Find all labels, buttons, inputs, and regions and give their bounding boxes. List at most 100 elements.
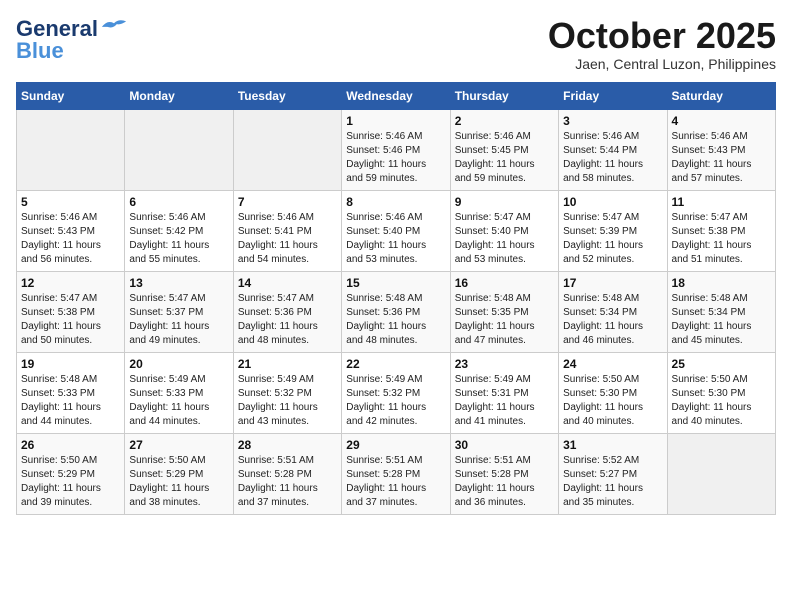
calendar-day-cell: 13 Sunrise: 5:47 AMSunset: 5:37 PMDayligh… bbox=[125, 271, 233, 352]
day-info: Sunrise: 5:48 AMSunset: 5:36 PMDaylight:… bbox=[346, 292, 445, 348]
calendar-day-cell: 18 Sunrise: 5:48 AMSunset: 5:34 PMDayligh… bbox=[667, 271, 775, 352]
calendar-day-cell: 4 Sunrise: 5:46 AMSunset: 5:43 PMDaylight… bbox=[667, 109, 775, 190]
calendar-day-cell: 2 Sunrise: 5:46 AMSunset: 5:45 PMDaylight… bbox=[450, 109, 558, 190]
day-number: 12 bbox=[21, 276, 120, 290]
calendar-day-cell: 19 Sunrise: 5:48 AMSunset: 5:33 PMDayligh… bbox=[17, 352, 125, 433]
calendar-day-cell: 12 Sunrise: 5:47 AMSunset: 5:38 PMDayligh… bbox=[17, 271, 125, 352]
day-info: Sunrise: 5:52 AMSunset: 5:27 PMDaylight:… bbox=[563, 454, 662, 510]
day-info: Sunrise: 5:46 AMSunset: 5:43 PMDaylight:… bbox=[672, 130, 771, 186]
day-number: 22 bbox=[346, 357, 445, 371]
calendar-day-cell: 6Sunrise: 5:46 AMSunset: 5:42 PMDaylight… bbox=[125, 190, 233, 271]
day-info: Sunrise: 5:48 AMSunset: 5:35 PMDaylight:… bbox=[455, 292, 554, 348]
day-number: 23 bbox=[455, 357, 554, 371]
day-info: Sunrise: 5:48 AMSunset: 5:34 PMDaylight:… bbox=[563, 292, 662, 348]
day-info: Sunrise: 5:50 AMSunset: 5:30 PMDaylight:… bbox=[672, 373, 771, 429]
weekday-header-friday: Friday bbox=[559, 82, 667, 109]
day-number: 7 bbox=[238, 195, 337, 209]
day-info: Sunrise: 5:49 AMSunset: 5:33 PMDaylight:… bbox=[129, 373, 228, 429]
calendar-day-cell: 28 Sunrise: 5:51 AMSunset: 5:28 PMDayligh… bbox=[233, 433, 341, 514]
day-info: Sunrise: 5:47 AMSunset: 5:36 PMDaylight:… bbox=[238, 292, 337, 348]
weekday-header-monday: Monday bbox=[125, 82, 233, 109]
day-info: Sunrise: 5:46 AMSunset: 5:44 PMDaylight:… bbox=[563, 130, 662, 186]
day-info: Sunrise: 5:51 AMSunset: 5:28 PMDaylight:… bbox=[346, 454, 445, 510]
day-number: 6 bbox=[129, 195, 228, 209]
calendar-week-row: 26 Sunrise: 5:50 AMSunset: 5:29 PMDayligh… bbox=[17, 433, 776, 514]
day-number: 14 bbox=[238, 276, 337, 290]
day-number: 11 bbox=[672, 195, 771, 209]
day-info: Sunrise: 5:48 AMSunset: 5:33 PMDaylight:… bbox=[21, 373, 120, 429]
day-info: Sunrise: 5:48 AMSunset: 5:34 PMDaylight:… bbox=[672, 292, 771, 348]
empty-day-cell bbox=[233, 109, 341, 190]
day-number: 9 bbox=[455, 195, 554, 209]
weekday-header-thursday: Thursday bbox=[450, 82, 558, 109]
day-info: Sunrise: 5:47 AMSunset: 5:38 PMDaylight:… bbox=[672, 211, 771, 267]
day-info: Sunrise: 5:51 AMSunset: 5:28 PMDaylight:… bbox=[238, 454, 337, 510]
calendar-day-cell: 30 Sunrise: 5:51 AMSunset: 5:28 PMDayligh… bbox=[450, 433, 558, 514]
calendar-day-cell: 5Sunrise: 5:46 AMSunset: 5:43 PMDaylight… bbox=[17, 190, 125, 271]
day-info: Sunrise: 5:47 AMSunset: 5:37 PMDaylight:… bbox=[129, 292, 228, 348]
calendar-day-cell: 20 Sunrise: 5:49 AMSunset: 5:33 PMDayligh… bbox=[125, 352, 233, 433]
day-info: Sunrise: 5:46 AMSunset: 5:40 PMDaylight:… bbox=[346, 211, 445, 267]
calendar-day-cell: 22 Sunrise: 5:49 AMSunset: 5:32 PMDayligh… bbox=[342, 352, 450, 433]
calendar-table: SundayMondayTuesdayWednesdayThursdayFrid… bbox=[16, 82, 776, 515]
day-number: 16 bbox=[455, 276, 554, 290]
day-number: 24 bbox=[563, 357, 662, 371]
day-number: 25 bbox=[672, 357, 771, 371]
day-number: 2 bbox=[455, 114, 554, 128]
month-title: October 2025 bbox=[548, 16, 776, 56]
calendar-day-cell: 24Sunrise: 5:50 AMSunset: 5:30 PMDayligh… bbox=[559, 352, 667, 433]
logo-bird-icon bbox=[100, 17, 128, 35]
calendar-day-cell: 3Sunrise: 5:46 AMSunset: 5:44 PMDaylight… bbox=[559, 109, 667, 190]
day-number: 29 bbox=[346, 438, 445, 452]
logo: General Blue bbox=[16, 16, 128, 64]
weekday-header-wednesday: Wednesday bbox=[342, 82, 450, 109]
day-info: Sunrise: 5:46 AMSunset: 5:45 PMDaylight:… bbox=[455, 130, 554, 186]
empty-day-cell bbox=[17, 109, 125, 190]
page-header: General Blue October 2025 Jaen, Central … bbox=[16, 16, 776, 72]
title-block: October 2025 Jaen, Central Luzon, Philip… bbox=[548, 16, 776, 72]
calendar-day-cell: 11 Sunrise: 5:47 AMSunset: 5:38 PMDayligh… bbox=[667, 190, 775, 271]
calendar-day-cell: 15Sunrise: 5:48 AMSunset: 5:36 PMDayligh… bbox=[342, 271, 450, 352]
day-number: 19 bbox=[21, 357, 120, 371]
calendar-day-cell: 26 Sunrise: 5:50 AMSunset: 5:29 PMDayligh… bbox=[17, 433, 125, 514]
calendar-week-row: 12 Sunrise: 5:47 AMSunset: 5:38 PMDayligh… bbox=[17, 271, 776, 352]
day-number: 8 bbox=[346, 195, 445, 209]
weekday-header-row: SundayMondayTuesdayWednesdayThursdayFrid… bbox=[17, 82, 776, 109]
day-number: 30 bbox=[455, 438, 554, 452]
calendar-day-cell: 1Sunrise: 5:46 AMSunset: 5:46 PMDaylight… bbox=[342, 109, 450, 190]
day-info: Sunrise: 5:50 AMSunset: 5:29 PMDaylight:… bbox=[129, 454, 228, 510]
calendar-day-cell: 17 Sunrise: 5:48 AMSunset: 5:34 PMDayligh… bbox=[559, 271, 667, 352]
day-number: 20 bbox=[129, 357, 228, 371]
day-info: Sunrise: 5:46 AMSunset: 5:46 PMDaylight:… bbox=[346, 130, 445, 186]
day-number: 26 bbox=[21, 438, 120, 452]
day-info: Sunrise: 5:47 AMSunset: 5:39 PMDaylight:… bbox=[563, 211, 662, 267]
calendar-day-cell: 8 Sunrise: 5:46 AMSunset: 5:40 PMDaylight… bbox=[342, 190, 450, 271]
day-info: Sunrise: 5:47 AMSunset: 5:40 PMDaylight:… bbox=[455, 211, 554, 267]
day-number: 13 bbox=[129, 276, 228, 290]
day-info: Sunrise: 5:49 AMSunset: 5:32 PMDaylight:… bbox=[238, 373, 337, 429]
location-subtitle: Jaen, Central Luzon, Philippines bbox=[548, 56, 776, 72]
day-info: Sunrise: 5:47 AMSunset: 5:38 PMDaylight:… bbox=[21, 292, 120, 348]
day-info: Sunrise: 5:49 AMSunset: 5:31 PMDaylight:… bbox=[455, 373, 554, 429]
day-info: Sunrise: 5:49 AMSunset: 5:32 PMDaylight:… bbox=[346, 373, 445, 429]
day-number: 4 bbox=[672, 114, 771, 128]
weekday-header-saturday: Saturday bbox=[667, 82, 775, 109]
calendar-day-cell: 23 Sunrise: 5:49 AMSunset: 5:31 PMDayligh… bbox=[450, 352, 558, 433]
day-number: 17 bbox=[563, 276, 662, 290]
day-info: Sunrise: 5:46 AMSunset: 5:43 PMDaylight:… bbox=[21, 211, 120, 267]
calendar-day-cell: 31Sunrise: 5:52 AMSunset: 5:27 PMDayligh… bbox=[559, 433, 667, 514]
day-number: 28 bbox=[238, 438, 337, 452]
calendar-day-cell: 16 Sunrise: 5:48 AMSunset: 5:35 PMDayligh… bbox=[450, 271, 558, 352]
weekday-header-sunday: Sunday bbox=[17, 82, 125, 109]
calendar-day-cell: 27Sunrise: 5:50 AMSunset: 5:29 PMDayligh… bbox=[125, 433, 233, 514]
day-info: Sunrise: 5:51 AMSunset: 5:28 PMDaylight:… bbox=[455, 454, 554, 510]
weekday-header-tuesday: Tuesday bbox=[233, 82, 341, 109]
day-number: 18 bbox=[672, 276, 771, 290]
day-info: Sunrise: 5:46 AMSunset: 5:41 PMDaylight:… bbox=[238, 211, 337, 267]
day-info: Sunrise: 5:50 AMSunset: 5:29 PMDaylight:… bbox=[21, 454, 120, 510]
calendar-day-cell: 7 Sunrise: 5:46 AMSunset: 5:41 PMDaylight… bbox=[233, 190, 341, 271]
day-number: 10 bbox=[563, 195, 662, 209]
calendar-day-cell: 29 Sunrise: 5:51 AMSunset: 5:28 PMDayligh… bbox=[342, 433, 450, 514]
calendar-day-cell: 9 Sunrise: 5:47 AMSunset: 5:40 PMDaylight… bbox=[450, 190, 558, 271]
calendar-day-cell: 21Sunrise: 5:49 AMSunset: 5:32 PMDayligh… bbox=[233, 352, 341, 433]
